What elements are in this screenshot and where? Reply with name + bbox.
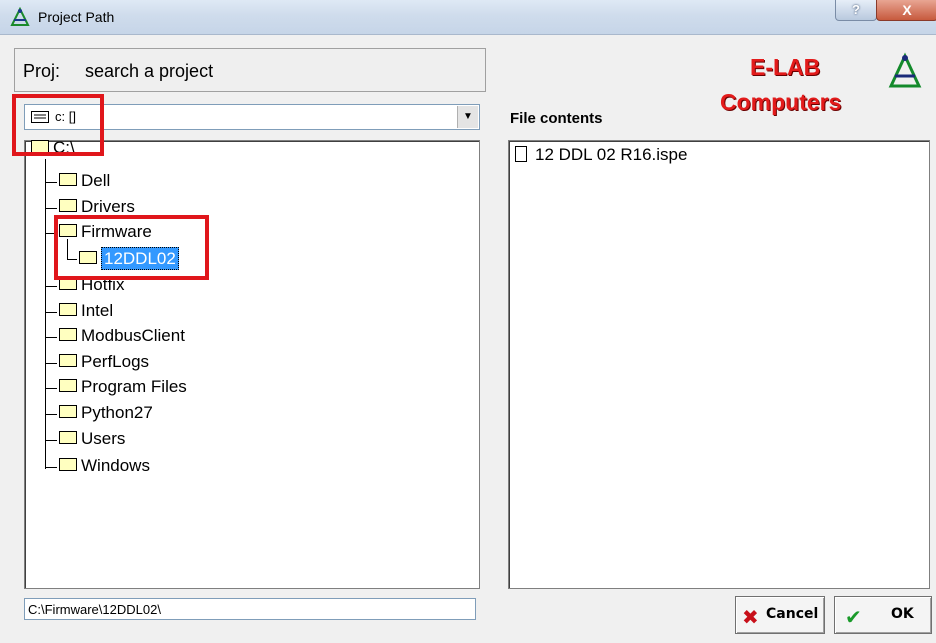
project-panel: Proj: search a project [14,48,486,92]
project-search-field[interactable]: search a project [85,61,213,82]
file-item[interactable]: 12 DDL 02 R16.ispe [515,145,687,165]
folder-icon [59,328,77,342]
tree-item-modbusclient[interactable]: ModbusClient [59,326,185,346]
tree-item-users[interactable]: Users [59,429,125,449]
directory-tree[interactable]: C:\ Dell Drivers Firmware 12DDL02 Hotfix… [24,138,480,589]
folder-icon [59,199,77,213]
tree-item-drivers[interactable]: Drivers [59,197,135,217]
brand-line-1: E-LAB [750,54,821,80]
close-button[interactable]: X [876,0,936,21]
ok-button[interactable]: ✔ OK [834,596,932,634]
tree-item-python27[interactable]: Python27 [59,403,153,423]
folder-icon [59,405,77,419]
app-compass-icon [10,7,30,26]
tree-item-windows[interactable]: Windows [59,456,150,476]
tree-item-intel[interactable]: Intel [59,301,113,321]
title-bar: Project Path ? X [0,0,936,35]
check-icon: ✔ [845,605,862,629]
chevron-down-icon[interactable]: ▼ [457,106,478,128]
x-icon: ✖ [742,605,759,629]
file-list[interactable]: 12 DDL 02 R16.ispe [508,140,930,589]
tree-item-program-files[interactable]: Program Files [59,377,187,397]
folder-icon [59,431,77,445]
cancel-button[interactable]: ✖ Cancel [735,596,825,634]
path-field[interactable]: C:\Firmware\12DDL02\ [24,598,476,620]
file-contents-header: File contents [510,110,603,127]
folder-icon [59,458,77,472]
folder-icon [59,173,77,187]
tree-item-dell[interactable]: Dell [59,171,110,191]
highlight-box-drive [12,94,104,156]
folder-icon [59,379,77,393]
project-label: Proj: [23,61,61,81]
tree-connector-line [45,159,46,469]
brand-line-2: Computers [720,89,842,115]
tree-item-perflogs[interactable]: PerfLogs [59,352,149,372]
help-button[interactable]: ? [835,0,877,21]
folder-icon [59,303,77,317]
folder-icon [59,354,77,368]
highlight-box-folder [54,215,209,280]
elab-logo-icon [888,52,922,88]
window-title: Project Path [38,9,115,25]
document-icon [515,145,527,162]
